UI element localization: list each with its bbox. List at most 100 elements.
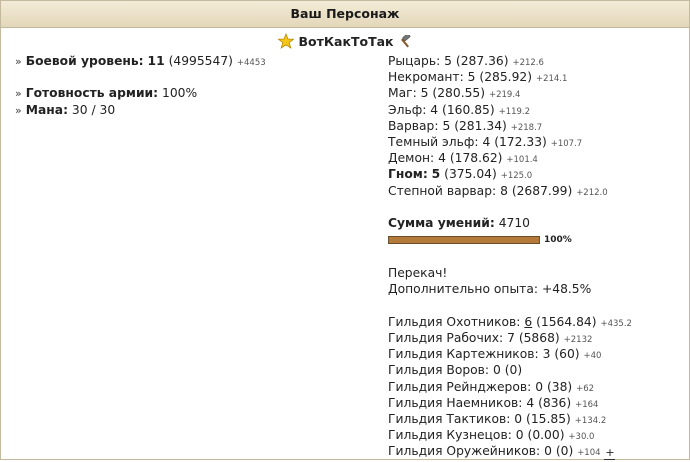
guild-row: Гильдия Оружейников: 0 (0) +104 + bbox=[388, 443, 688, 461]
guild-level: 4 bbox=[526, 395, 535, 410]
guild-name: Гильдия Рабочих: bbox=[388, 331, 504, 345]
faction-name: Гном: bbox=[388, 167, 428, 182]
hammer-icon bbox=[398, 33, 412, 49]
army-ready-row: » Готовность армии: 100% bbox=[15, 86, 198, 101]
skills-sum-row: Сумма умений: 4710 bbox=[388, 215, 688, 231]
guild-row: Гильдия Рабочих: 7 (5868) +2132 bbox=[388, 330, 688, 346]
faction-name: Некромант: bbox=[388, 70, 464, 85]
guild-points: (1564.84) bbox=[536, 314, 597, 329]
guild-name: Гильдия Рейнджеров: bbox=[388, 379, 532, 394]
faction-name: Рыцарь: bbox=[388, 54, 441, 68]
guild-row: Гильдия Тактиков: 0 (15.85) +134.2 bbox=[388, 411, 688, 427]
character-name[interactable]: ВотКакТоТак bbox=[298, 34, 393, 49]
guild-points: (0.00) bbox=[527, 428, 565, 443]
extra-exp-row: Дополнительно опыта: +48.5% bbox=[388, 281, 688, 297]
faction-level: 5 bbox=[442, 118, 451, 133]
faction-row: Рыцарь: 5 (287.36) +212.6 bbox=[388, 53, 688, 69]
faction-row: Эльф: 4 (160.85) +119.2 bbox=[388, 102, 688, 118]
faction-name: Степной варвар: bbox=[388, 183, 497, 198]
guild-name: Гильдия Тактиков: bbox=[388, 411, 511, 426]
faction-points: (160.85) bbox=[442, 102, 495, 117]
faction-points: (375.04) bbox=[444, 167, 497, 182]
army-ready-value: 100% bbox=[162, 86, 198, 101]
panel-title: Ваш Персонаж bbox=[1, 1, 689, 28]
skills-progress: 100% bbox=[388, 231, 688, 249]
faction-points: (178.62) bbox=[449, 151, 503, 166]
skills-sum-value: 4710 bbox=[498, 215, 530, 230]
faction-points: (172.33) bbox=[494, 134, 547, 149]
guild-row: Гильдия Охотников: 6 (1564.84) +435.2 bbox=[388, 314, 688, 330]
guild-level: 0 bbox=[515, 428, 524, 443]
add-guild-button[interactable]: + bbox=[604, 447, 616, 461]
guild-level: 0 bbox=[514, 411, 523, 426]
guild-level-link[interactable]: 6 bbox=[524, 315, 532, 329]
mana-label: Мана: bbox=[25, 102, 68, 117]
faction-name: Эльф: bbox=[388, 102, 427, 117]
faction-row: Маг: 5 (280.55) +219.4 bbox=[388, 85, 688, 101]
guild-row: Гильдия Наемников: 4 (836) +164 bbox=[388, 395, 688, 411]
guild-row: Гильдия Воров: 0 (0) bbox=[388, 362, 688, 378]
faction-delta: +214.1 bbox=[535, 74, 568, 85]
combat-level-value: 11 bbox=[147, 54, 165, 68]
guild-points: (0) bbox=[504, 363, 523, 378]
guild-delta: +164 bbox=[575, 399, 599, 410]
faction-level: 5 bbox=[420, 86, 429, 101]
faction-points: (2687.99) bbox=[511, 183, 573, 198]
guild-points: (0) bbox=[555, 444, 574, 459]
faction-level: 4 bbox=[430, 102, 439, 117]
faction-row: Гном: 5 (375.04) +125.0 bbox=[388, 166, 688, 182]
mana-value: 30 / 30 bbox=[71, 102, 116, 117]
guild-name: Гильдия Охотников: bbox=[388, 314, 521, 329]
guild-list: Гильдия Охотников: 6 (1564.84) +435.2 Гил… bbox=[388, 314, 688, 461]
skills-progress-label: 100% bbox=[544, 235, 572, 246]
guild-name: Гильдия Оружейников: bbox=[388, 444, 541, 459]
guild-delta: +134.2 bbox=[574, 415, 607, 426]
faction-delta: +125.0 bbox=[500, 171, 533, 182]
faction-level: 5 bbox=[444, 54, 452, 68]
guild-row: Гильдия Рейнджеров: 0 (38) +62 bbox=[388, 379, 688, 395]
combat-level-label: Боевой уровень: bbox=[25, 54, 144, 68]
guild-points: (15.85) bbox=[526, 411, 571, 426]
faction-name: Темный эльф: bbox=[388, 134, 479, 149]
faction-points: (287.36) bbox=[455, 54, 509, 68]
character-panel: Ваш Персонаж ВотКакТоТак » Боевой уровень… bbox=[0, 0, 690, 461]
star-icon bbox=[277, 32, 298, 49]
guild-delta: +435.2 bbox=[600, 318, 632, 329]
faction-points: (280.55) bbox=[432, 86, 486, 101]
faction-name: Маг: bbox=[388, 86, 417, 101]
faction-guild-column: Рыцарь: 5 (287.36) +212.6 Некромант: 5 (2… bbox=[388, 53, 688, 461]
faction-delta: +212.6 bbox=[512, 58, 544, 68]
faction-row: Темный эльф: 4 (172.33) +107.7 bbox=[388, 134, 688, 150]
faction-name: Варвар: bbox=[388, 118, 439, 133]
guild-row: Гильдия Картежников: 3 (60) +40 bbox=[388, 346, 688, 362]
guild-name: Гильдия Наемников: bbox=[388, 395, 523, 410]
faction-points: (285.92) bbox=[479, 70, 533, 85]
guild-delta: +104 bbox=[577, 448, 601, 459]
guild-name: Гильдия Кузнецов: bbox=[388, 428, 512, 443]
army-ready-label: Готовность армии: bbox=[25, 86, 159, 101]
faction-level: 5 bbox=[467, 70, 476, 85]
faction-delta: +119.2 bbox=[498, 106, 531, 117]
faction-delta: +219.4 bbox=[488, 90, 521, 101]
combat-level-row: » Боевой уровень: 11 (4995547) +4453 bbox=[15, 54, 266, 68]
guild-name: Гильдия Воров: bbox=[388, 363, 490, 378]
extra-exp-label: Дополнительно опыта: bbox=[388, 282, 539, 297]
guild-name: Гильдия Картежников: bbox=[388, 347, 539, 362]
guild-points: (836) bbox=[538, 395, 572, 410]
skills-progress-bar bbox=[388, 236, 540, 245]
guild-delta: +62 bbox=[576, 383, 595, 394]
faction-name: Демон: bbox=[388, 151, 435, 166]
guild-row: Гильдия Кузнецов: 0 (0.00) +30.0 bbox=[388, 427, 688, 443]
faction-delta: +107.7 bbox=[550, 138, 583, 149]
faction-row: Варвар: 5 (281.34) +218.7 bbox=[388, 118, 688, 134]
faction-row: Степной варвар: 8 (2687.99) +212.0 bbox=[388, 183, 688, 199]
guild-points: (38) bbox=[546, 379, 573, 394]
guild-level: 7 bbox=[507, 331, 515, 345]
guild-delta: +2132 bbox=[563, 335, 593, 345]
guild-level: 0 bbox=[535, 379, 544, 394]
guild-level: 0 bbox=[493, 363, 501, 378]
skills-sum-label: Сумма умений: bbox=[388, 215, 495, 230]
faction-level: 8 bbox=[500, 183, 508, 198]
faction-level: 5 bbox=[431, 167, 441, 182]
faction-delta: +101.4 bbox=[506, 155, 538, 166]
